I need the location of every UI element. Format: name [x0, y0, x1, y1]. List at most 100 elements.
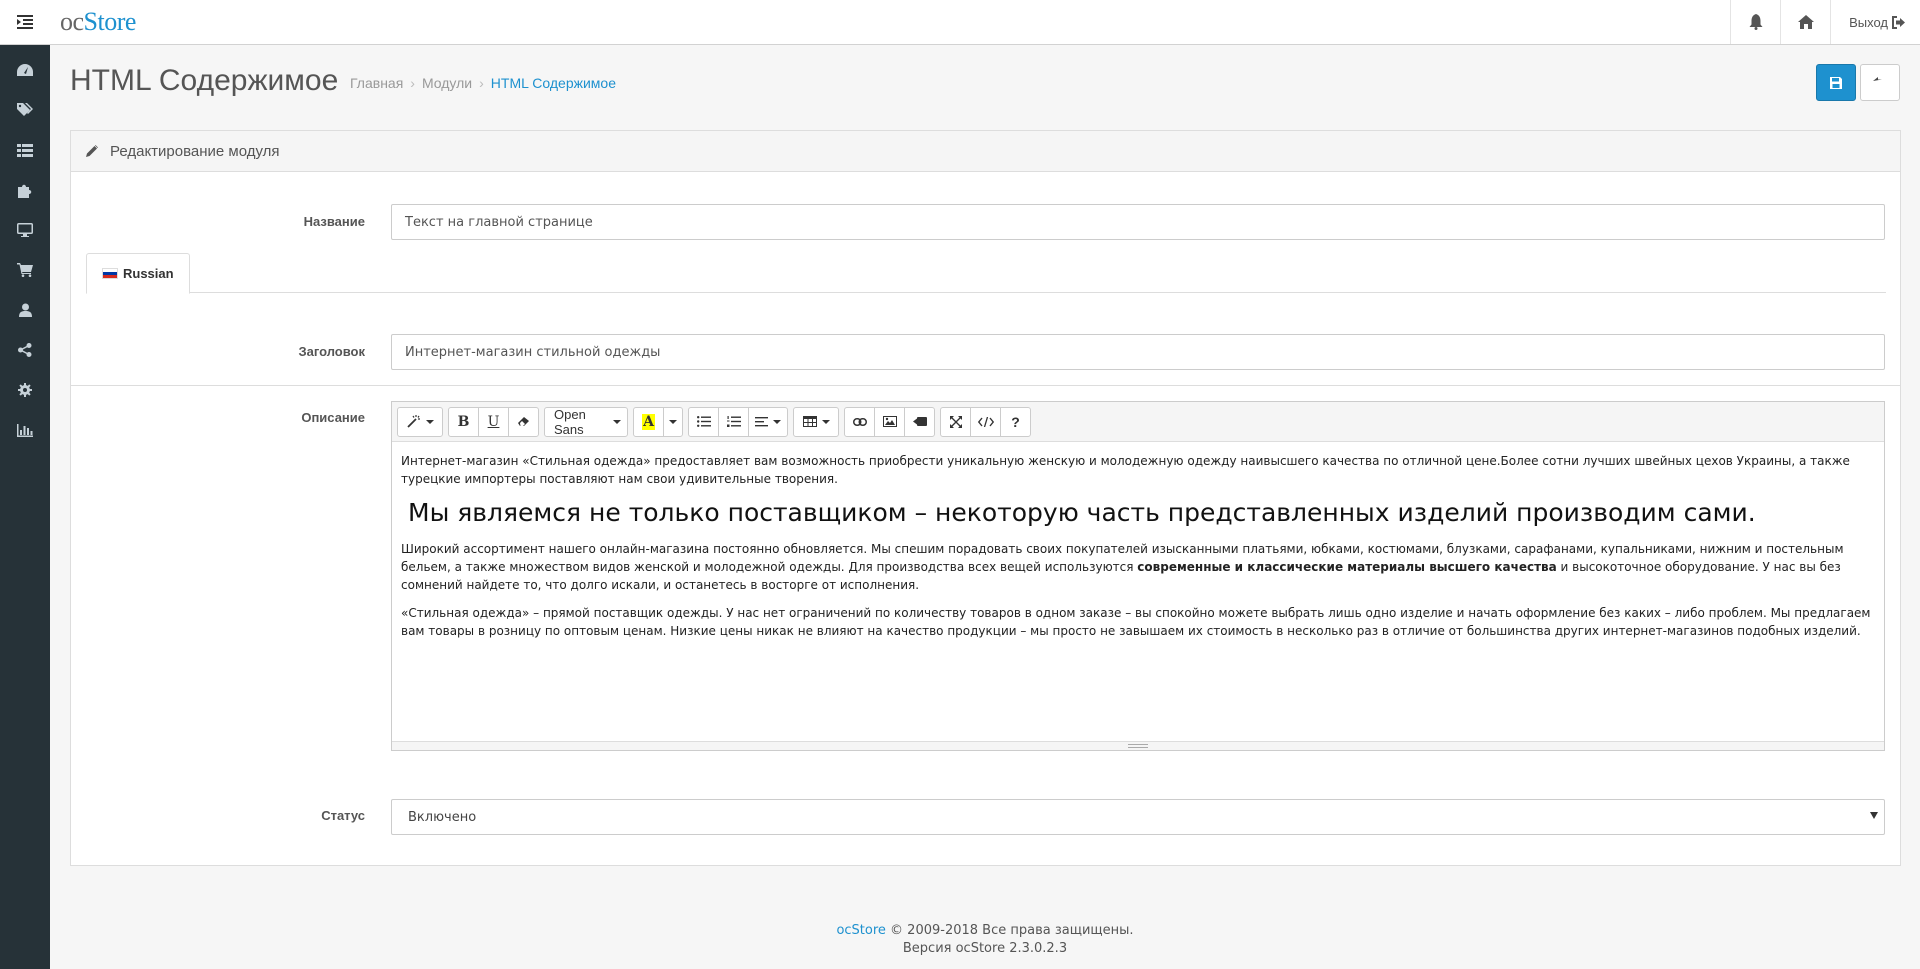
- dashboard-icon: [17, 64, 33, 76]
- sidebar-item-extensions[interactable]: [0, 170, 50, 210]
- text-color-dropdown[interactable]: [663, 406, 683, 437]
- text-color-button[interactable]: A: [633, 406, 664, 437]
- reply-icon: [1873, 76, 1882, 81]
- logo-store: Store: [83, 7, 137, 36]
- footer: ocStore © 2009-2018 Все права защищены. …: [50, 922, 1920, 958]
- name-input[interactable]: Текст на главной странице: [391, 204, 1885, 240]
- code-view-button[interactable]: [970, 406, 1001, 437]
- font-family-dropdown[interactable]: Open Sans: [544, 406, 628, 437]
- description-editor: B U Open Sans A ? Интернет-магазин «Стил…: [391, 401, 1885, 751]
- underline-button[interactable]: U: [478, 406, 509, 437]
- help-button[interactable]: ?: [1000, 406, 1031, 437]
- sidebar-item-categories[interactable]: [0, 130, 50, 170]
- title-label: Заголовок: [298, 344, 365, 359]
- expand-icon: [949, 415, 962, 428]
- list-ol-icon: [726, 416, 741, 427]
- storefront-home-button[interactable]: [1780, 0, 1830, 44]
- language-tabs: Russian: [86, 253, 1886, 294]
- sidebar-item-customers[interactable]: [0, 290, 50, 330]
- bar-chart-icon: [17, 423, 33, 437]
- clear-format-button[interactable]: [508, 406, 539, 437]
- shopping-cart-icon: [17, 263, 33, 277]
- panel-heading-title: Редактирование модуля: [110, 142, 280, 160]
- editor-bold-text: современные и классические материалы выс…: [1137, 560, 1557, 574]
- back-button[interactable]: [1860, 64, 1900, 101]
- tags-icon: [17, 103, 33, 116]
- sidebar-item-design[interactable]: [0, 210, 50, 250]
- question-icon: ?: [1011, 413, 1020, 430]
- sidebar-item-dashboard[interactable]: [0, 50, 50, 90]
- sidebar-item-marketing[interactable]: [0, 330, 50, 370]
- edit-module-panel: Редактирование модуля Название Текст на …: [70, 130, 1901, 866]
- unordered-list-button[interactable]: [688, 406, 719, 437]
- eraser-icon: [517, 417, 529, 426]
- list-ul-icon: [696, 416, 711, 427]
- name-label: Название: [303, 214, 365, 229]
- puzzle-icon: [17, 184, 31, 198]
- table-icon: [802, 416, 817, 427]
- insert-video-button[interactable]: [904, 406, 935, 437]
- editor-heading: Мы являемся не только поставщиком – неко…: [408, 498, 1756, 527]
- panel-heading: Редактирование модуля: [71, 131, 1900, 172]
- home-icon: [1797, 15, 1814, 29]
- save-button[interactable]: [1816, 64, 1856, 101]
- status-label: Статус: [321, 808, 365, 823]
- style-dropdown-button[interactable]: [397, 406, 443, 437]
- code-icon: [977, 416, 994, 427]
- text-color-icon: A: [642, 413, 655, 430]
- ordered-list-button[interactable]: [718, 406, 749, 437]
- grip-icon: [1128, 744, 1148, 748]
- sidebar-item-system[interactable]: [0, 370, 50, 410]
- editor-content[interactable]: Интернет-магазин «Стильная одежда» предо…: [392, 442, 1884, 660]
- editor-paragraph: Широкий ассортимент нашего онлайн-магази…: [401, 540, 1875, 594]
- breadcrumb-modules[interactable]: Модули: [422, 75, 472, 91]
- editor-resize-handle[interactable]: [392, 741, 1884, 750]
- editor-toolbar: B U Open Sans A ?: [392, 402, 1884, 442]
- fullscreen-button[interactable]: [940, 406, 971, 437]
- user-icon: [18, 303, 32, 317]
- breadcrumb-home[interactable]: Главная: [350, 75, 403, 91]
- title-input[interactable]: Интернет-магазин стильной одежды: [391, 334, 1885, 370]
- share-icon: [18, 343, 32, 357]
- logout-label: Выход: [1849, 14, 1888, 30]
- sidebar: [0, 45, 50, 969]
- logout-button[interactable]: Выход: [1830, 0, 1920, 44]
- video-icon: [912, 417, 927, 426]
- page-title: HTML Содержимое: [70, 64, 339, 97]
- magic-wand-icon: [406, 415, 420, 428]
- footer-version: Версия ocStore 2.3.0.2.3: [902, 941, 1068, 956]
- breadcrumb-separator: ›: [410, 75, 415, 91]
- logo-oc: oc: [60, 7, 84, 36]
- floppy-save-icon: [1830, 76, 1842, 89]
- logo[interactable]: ocStore: [60, 7, 136, 37]
- sidebar-item-catalog[interactable]: [0, 90, 50, 130]
- status-select[interactable]: Включено: [391, 799, 1885, 835]
- breadcrumb-separator: ›: [479, 75, 484, 91]
- menu-indent-icon: [17, 15, 33, 29]
- top-header: ocStore Выход: [0, 0, 1920, 45]
- breadcrumb: Главная › Модули › HTML Содержимое: [350, 75, 616, 91]
- insert-image-button[interactable]: [874, 406, 905, 437]
- breadcrumb-current[interactable]: HTML Содержимое: [491, 75, 616, 91]
- divider: [71, 385, 1900, 386]
- editor-paragraph: «Стильная одежда» – прямой поставщик оде…: [401, 606, 1871, 638]
- footer-ocstore-link[interactable]: ocStore: [836, 923, 885, 938]
- status-select-value: Включено: [408, 809, 477, 825]
- menu-toggle-button[interactable]: [0, 0, 50, 44]
- tab-russian-label: Russian: [123, 266, 174, 281]
- notifications-button[interactable]: [1730, 0, 1780, 44]
- table-dropdown-button[interactable]: [793, 406, 839, 437]
- tab-russian[interactable]: Russian: [86, 253, 190, 294]
- bell-icon: [1749, 14, 1763, 30]
- paragraph-align-dropdown[interactable]: [748, 406, 788, 437]
- desktop-icon: [17, 223, 33, 237]
- bold-button[interactable]: B: [448, 406, 479, 437]
- sidebar-item-sales[interactable]: [0, 250, 50, 290]
- align-left-icon: [755, 416, 768, 426]
- picture-icon: [882, 416, 897, 427]
- sign-out-icon: [1892, 15, 1905, 29]
- sidebar-item-reports[interactable]: [0, 410, 50, 450]
- insert-link-button[interactable]: [844, 406, 875, 437]
- description-label: Описание: [301, 410, 365, 425]
- link-icon: [852, 417, 867, 426]
